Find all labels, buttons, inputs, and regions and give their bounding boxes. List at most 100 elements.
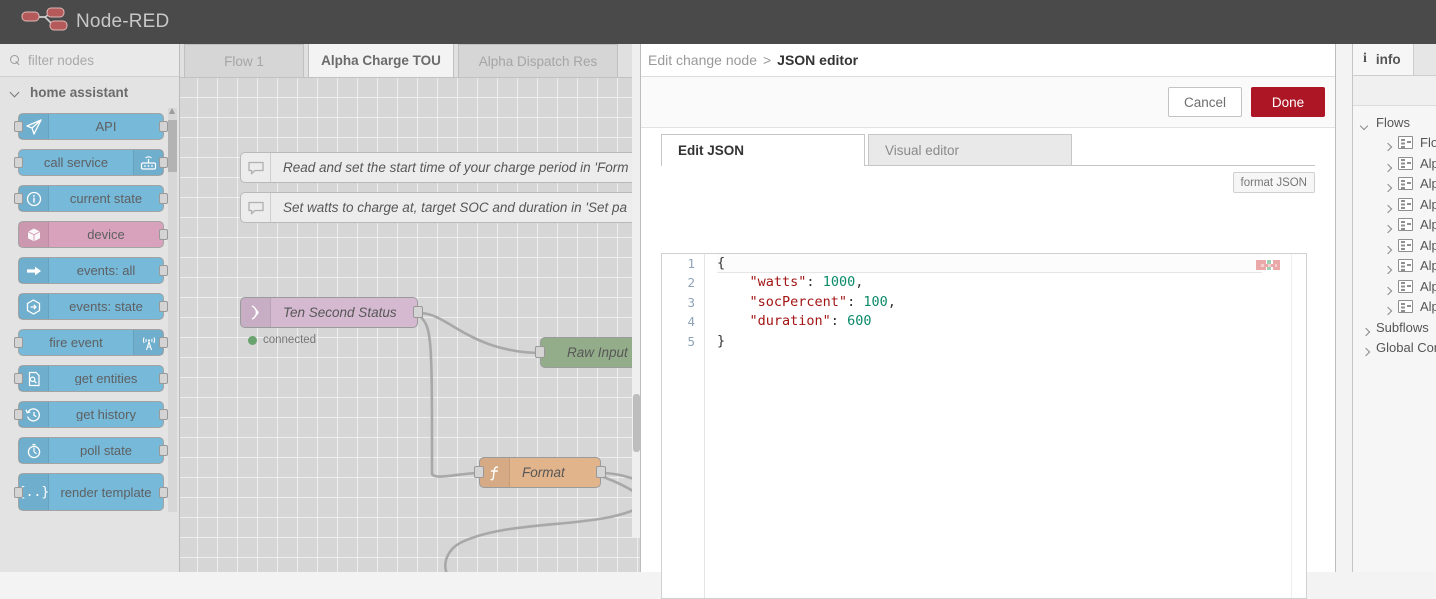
palette-node-api[interactable]: API (14, 113, 168, 140)
flow-tab-label: Alpha Charge TOU (321, 53, 441, 68)
tree-node-alpha-1[interactable]: Alph (1353, 153, 1436, 174)
node-output-port[interactable] (159, 229, 168, 240)
breadcrumb-current: JSON editor (777, 52, 859, 68)
node-red-logo-icon (18, 7, 72, 37)
palette-node-label: poll state (79, 444, 133, 457)
scroll-up-arrow-icon[interactable] (169, 108, 175, 114)
flow-tab-flow-1[interactable]: Flow 1 (184, 44, 304, 77)
palette-node-current-state[interactable]: current state (14, 185, 168, 212)
node-input-port[interactable] (14, 487, 23, 498)
editor-vertical-scrollbar[interactable] (1291, 254, 1306, 598)
tree-node-alpha-3[interactable]: Alph (1353, 194, 1436, 215)
palette-node-label: call service (43, 156, 109, 169)
palette-node-fire-event[interactable]: fire event (14, 329, 168, 356)
canvas-node-ten-second-status[interactable]: Ten Second Status (240, 297, 423, 328)
cancel-button[interactable]: Cancel (1167, 87, 1242, 117)
tab-edit-json[interactable]: Edit JSON (661, 134, 865, 166)
palette-node-get-entities[interactable]: get entities (14, 365, 168, 392)
palette-node-label: fire event (49, 336, 103, 349)
tree-node-global-config[interactable]: Global Con (1353, 338, 1436, 359)
palette-node-events-state[interactable]: events: state (18, 293, 168, 320)
tree-node-flows[interactable]: Flows (1353, 112, 1436, 133)
tree-label: Alph (1420, 278, 1436, 294)
tree-node-alpha-7[interactable]: Alph (1353, 276, 1436, 297)
code-line[interactable]: { (717, 254, 1262, 274)
tab-visual-editor[interactable]: Visual editor (868, 134, 1072, 165)
palette-node-get-history[interactable]: get history (14, 401, 168, 428)
node-input-port[interactable] (474, 466, 484, 478)
tree-node-subflows[interactable]: Subflows (1353, 317, 1436, 338)
palette-category-home-assistant[interactable]: home assistant (0, 77, 179, 107)
node-input-port[interactable] (14, 373, 23, 384)
tab-info[interactable]: i info (1353, 44, 1414, 75)
palette-node-poll-state[interactable]: poll state (18, 437, 168, 464)
node-output-port[interactable] (159, 265, 168, 276)
canvas-node-raw-input[interactable]: Raw Input (535, 337, 642, 368)
node-output-port[interactable] (159, 157, 168, 168)
palette-node-device[interactable]: device (18, 221, 168, 248)
palette-scroll-thumb[interactable] (168, 120, 177, 172)
tree-node-alpha-4[interactable]: Alph (1353, 215, 1436, 236)
palette-node-call-service[interactable]: call service (14, 149, 168, 176)
tree-node-alpha-6[interactable]: Alph (1353, 256, 1436, 277)
canvas-node-comment-2[interactable]: Set watts to charge at, target SOC and d… (240, 192, 640, 223)
info-sidebar: i info Flows Flow Alph Alph Alph (1352, 44, 1436, 572)
node-input-port[interactable] (14, 409, 23, 420)
code-line[interactable]: } (717, 332, 1288, 351)
comment-icon (241, 153, 271, 182)
flow-canvas[interactable]: Read and set the start time of your char… (180, 78, 642, 572)
tree-node-alpha-2[interactable]: Alph (1353, 174, 1436, 195)
node-input-port[interactable] (14, 337, 23, 348)
status-dot-icon (248, 335, 257, 345)
node-output-port[interactable] (596, 466, 606, 478)
editor-code-content[interactable]: { "watts": 1000, "socPercent": 100, "dur… (717, 254, 1288, 598)
flow-tab-alpha-charge-tou[interactable]: Alpha Charge TOU (308, 44, 454, 77)
node-input-port[interactable] (14, 121, 23, 132)
tree-label: Flows (1376, 114, 1410, 130)
node-input-port[interactable] (14, 157, 23, 168)
line-number: 1 (687, 256, 695, 271)
json-editor-dialog: Edit change node > JSON editor Cancel Do… (640, 44, 1336, 599)
line-number: 5 (687, 333, 695, 349)
tree-label: Alph (1420, 155, 1436, 171)
breadcrumb-parent[interactable]: Edit change node (648, 52, 757, 68)
code-line[interactable]: "socPercent": 100, (717, 293, 1288, 312)
node-output-port[interactable] (413, 306, 423, 318)
format-json-button[interactable]: format JSON (1232, 172, 1315, 193)
palette-scrollbar[interactable] (168, 108, 177, 512)
flow-tab-alpha-dispatch-res[interactable]: Alpha Dispatch Res (458, 44, 618, 77)
node-output-port[interactable] (159, 373, 168, 384)
tree-node-flow[interactable]: Flow (1353, 133, 1436, 154)
canvas-node-comment-1[interactable]: Read and set the start time of your char… (240, 152, 640, 183)
code-line[interactable]: "duration": 600 (717, 312, 1288, 331)
tree-node-alpha-8[interactable]: Alph (1353, 297, 1436, 318)
json-code-editor[interactable]: 1 2 3 4 5 { "watts": 1000, "socPercent":… (661, 253, 1307, 599)
node-output-port[interactable] (159, 409, 168, 420)
node-palette: filter nodes home assistant API call ser… (0, 44, 180, 572)
flow-icon (1398, 279, 1413, 293)
palette-node-render-template[interactable]: {..} render template (14, 473, 168, 511)
palette-search-input[interactable]: filter nodes (0, 44, 179, 77)
node-output-port[interactable] (159, 121, 168, 132)
canvas-node-format[interactable]: Format (474, 457, 606, 488)
tree-node-alpha-5[interactable]: Alph (1353, 235, 1436, 256)
done-button[interactable]: Done (1251, 87, 1325, 117)
flow-icon (1398, 197, 1413, 211)
node-output-port[interactable] (159, 301, 168, 312)
node-output-port[interactable] (159, 193, 168, 204)
node-input-port[interactable] (535, 346, 545, 358)
tree-label: Subflows (1376, 319, 1429, 335)
breadcrumb: Edit change node > JSON editor (641, 44, 1335, 77)
code-line[interactable]: "watts": 1000, (717, 273, 1288, 292)
chevron-down-icon (10, 87, 20, 97)
canvas-scroll-thumb[interactable] (633, 394, 640, 452)
app-header: Node-RED (0, 0, 1436, 44)
node-output-port[interactable] (159, 487, 168, 498)
node-output-port[interactable] (159, 445, 168, 456)
flow-icon (1398, 238, 1413, 252)
palette-node-label: get history (76, 408, 136, 421)
palette-node-events-all[interactable]: events: all (18, 257, 168, 284)
node-input-port[interactable] (14, 193, 23, 204)
tab-label: Visual editor (885, 142, 960, 158)
node-output-port[interactable] (159, 337, 168, 348)
